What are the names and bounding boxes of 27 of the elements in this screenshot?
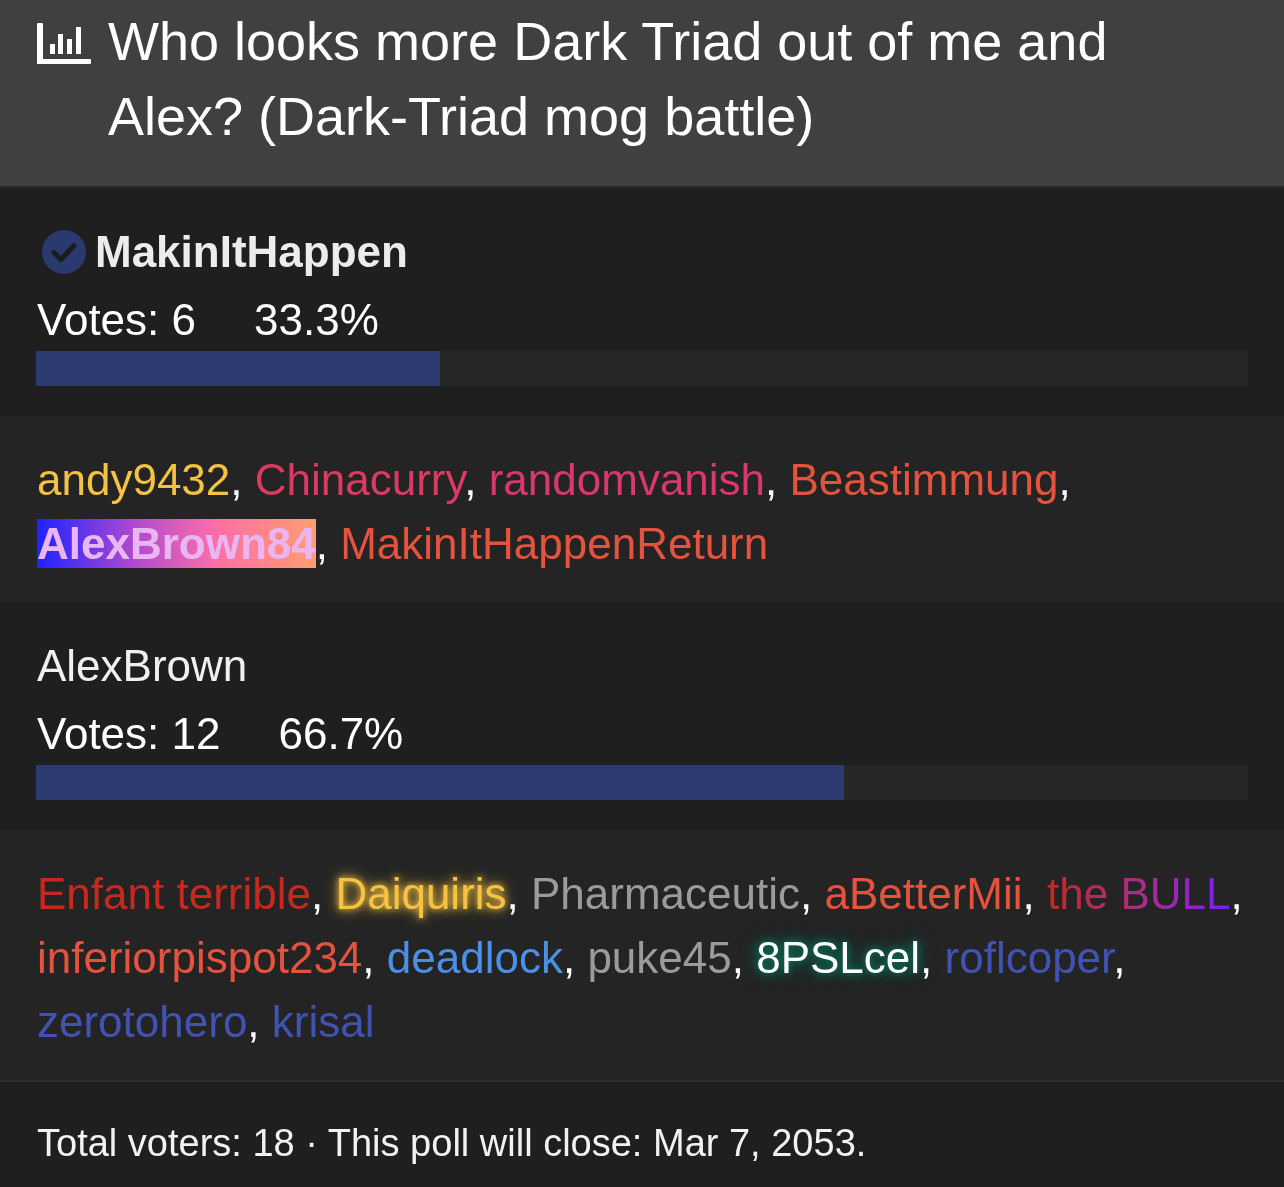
vote-percentage: 66.7% — [278, 708, 404, 760]
bar-chart-icon — [37, 23, 91, 64]
username-link[interactable]: MakinItHappenReturn — [340, 519, 769, 568]
username-link[interactable]: Enfant terrible — [37, 869, 311, 918]
username-link[interactable]: Beastimmung — [789, 455, 1059, 504]
username-link[interactable]: Chinacurry — [254, 455, 465, 504]
poll-title: Who looks more Dark Triad out of me and Alex? (Dark-Triad mog battle) — [108, 10, 1109, 148]
option-name: MakinItHappen — [94, 226, 408, 278]
vote-count: Votes: 6 — [37, 294, 196, 346]
username-link[interactable]: Daiquiris — [335, 869, 507, 918]
vote-count: Votes: 12 — [37, 708, 221, 760]
vote-percentage: 33.3% — [254, 294, 379, 346]
username-link[interactable]: 8PSLcel — [756, 933, 921, 982]
username-link[interactable]: zerotohero — [37, 997, 248, 1046]
voter-list: Enfant terrible, Daiquiris, Pharmaceutic, aBetterMii, the BULL, inferiorpispot234, deadlock, puke45, 8PSLcel, roflcoper, zerotohero, krisal — [0, 830, 1284, 1080]
username-link[interactable]: aBetterMii — [824, 869, 1023, 918]
username-link[interactable]: krisal — [271, 997, 375, 1046]
option-name: AlexBrown — [36, 640, 248, 692]
username-link[interactable]: andy9432 — [37, 455, 231, 504]
poll-footer-text: Total voters: 18 · This poll will close: Mar 7, 2053. — [37, 1122, 867, 1164]
username-link[interactable]: Pharmaceutic — [531, 869, 801, 918]
username-link[interactable]: roflcoper — [944, 933, 1114, 982]
username-link[interactable]: inferiorpispot234 — [37, 933, 363, 982]
check-circle-icon — [42, 229, 86, 274]
username-link[interactable]: deadlock — [386, 933, 563, 982]
username-link[interactable]: puke45 — [587, 933, 732, 982]
username-link[interactable]: randomvanish — [488, 455, 766, 504]
